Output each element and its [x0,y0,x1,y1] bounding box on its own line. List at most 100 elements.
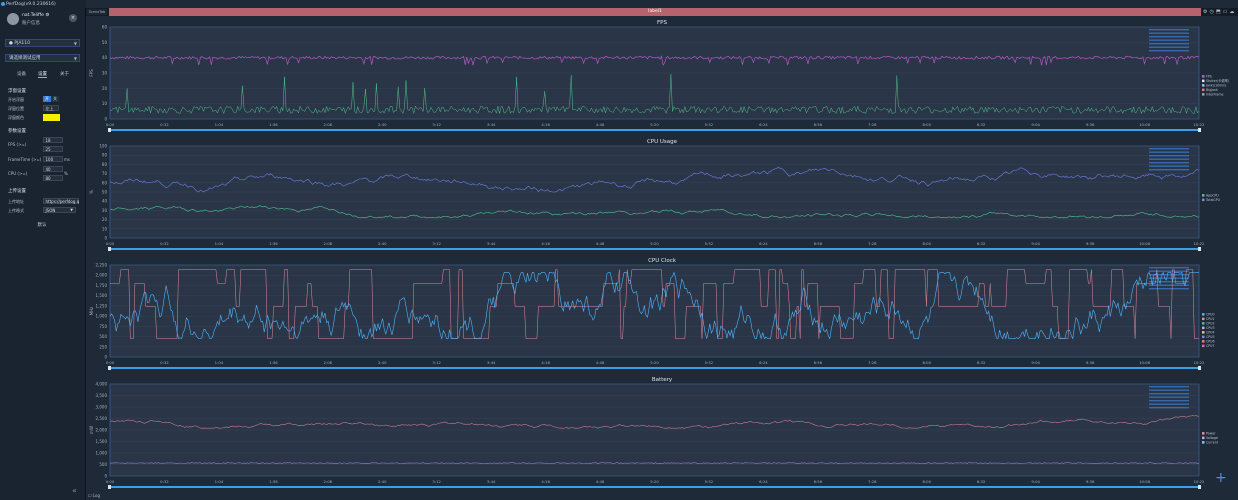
legend-label[interactable]: AppCPU [1206,194,1219,198]
x-tick-label: 6:56 [814,360,823,365]
x-tick-label: 9:36 [1086,241,1095,246]
x-tick-label: 1:36 [269,241,278,246]
float-off-button[interactable]: 关 [51,96,59,102]
log-checkbox-icon[interactable]: ☐ [88,493,92,498]
log-label: Log [92,493,101,498]
timeline-slider[interactable] [110,129,1199,131]
window-titlebar: PerfDog(v9.0.230616) [0,0,86,8]
chart-title: Battery [652,377,673,383]
timeline-handle-left[interactable] [108,366,111,370]
cpu-threshold-label: CPU (>=) [8,171,28,176]
upload-format-select[interactable]: JSON ▼ [43,207,76,213]
collapse-sidebar-icon[interactable]: « [72,486,77,495]
legend-label[interactable]: CPU5 [1206,335,1215,339]
cpu-threshold-input-1[interactable]: 40 [43,166,63,172]
legend-label[interactable]: CPU2 [1206,322,1215,326]
app-logo-icon [1,1,5,6]
stats-line [1149,396,1189,398]
legend-label[interactable]: BigJank [1206,88,1218,92]
legend-label[interactable]: CPU3 [1206,326,1215,330]
x-tick-label: 8:32 [977,241,986,246]
float-settings-title: 浮窗设置 [8,89,26,94]
stats-line [1149,389,1189,391]
timeline-slider[interactable] [110,248,1199,250]
timeline-handle-right[interactable] [1198,485,1201,489]
close-icon[interactable]: × [69,14,77,22]
default-button[interactable]: 默认 [29,222,55,230]
x-tick-label: 5:52 [705,122,714,127]
x-tick-label: 4:16 [541,479,550,484]
stats-line [1149,403,1189,405]
legend-label[interactable]: CPU0 [1206,313,1215,317]
legend-swatch [1202,194,1205,197]
x-tick-label: 0:00 [106,360,115,365]
stats-line [1149,407,1189,409]
x-tick-label: 4:48 [596,241,605,246]
stats-line [1149,36,1189,38]
account-info-link[interactable]: 账户信息 [22,20,40,26]
legend-label[interactable]: Voltage [1206,436,1218,440]
app-select[interactable]: 请选择测试应用 ▼ [5,54,80,62]
stats-line [1149,270,1189,272]
legend-label[interactable]: Stutter(卡顿率) [1206,78,1229,83]
legend-label[interactable]: TotalCPU [1205,198,1221,202]
y-tick-label: 1,250 [96,303,108,308]
upload-address-input[interactable]: https://perfdog.q [43,198,79,204]
add-icon[interactable]: + [1215,470,1227,486]
legend-label[interactable]: Power [1206,432,1216,436]
timeline-handle-right[interactable] [1198,247,1201,251]
legend-label[interactable]: CPU1 [1206,317,1215,321]
fps-threshold-input-1[interactable]: 18 [43,137,63,143]
legend-label[interactable]: CPU7 [1206,344,1215,348]
timeline-handle-left[interactable] [108,128,111,132]
stats-line [1149,162,1189,164]
legend-label[interactable]: Current [1206,441,1219,445]
timeline-slider[interactable] [110,367,1199,369]
legend-label[interactable]: InterFrame [1206,93,1223,97]
legend-label[interactable]: FPS [1206,75,1212,79]
y-tick-label: 60 [102,25,108,30]
x-tick-label: 10:22 [1194,241,1206,246]
y-tick-label: 20 [102,86,108,91]
upload-settings-title: 上传设置 [8,189,26,194]
frametime-threshold-input[interactable]: 100 [43,156,63,162]
timeline-slider[interactable] [110,486,1199,488]
timeline-handle-right[interactable] [1198,128,1201,132]
legend-label[interactable]: Jank(/10min) [1205,84,1226,88]
fps-threshold-input-2[interactable]: 25 [43,146,63,152]
y-tick-label: 10 [102,226,108,231]
cpu-threshold-input-2[interactable]: 80 [43,175,63,181]
legend-label[interactable]: CPU6 [1206,340,1215,344]
tab-device[interactable]: 设备 [17,71,26,77]
stats-line [1149,400,1189,402]
legend-swatch [1202,322,1205,325]
x-tick-label: 10:22 [1194,479,1206,484]
y-tick-label: 2,500 [96,416,108,421]
x-tick-label: 6:56 [814,122,823,127]
avatar[interactable] [7,13,19,25]
chart-panel-battery: Battery 4,000 3,500 3,000 2,500 2,000 1,500 1,0… [89,377,1219,489]
timeline-handle-left[interactable] [108,485,111,489]
legend-label[interactable]: CPU4 [1206,331,1215,335]
stats-line [1149,46,1189,48]
float-on-button[interactable]: 开 [43,96,51,102]
legend-swatch [1202,344,1205,348]
x-tick-label: 8:00 [922,241,931,246]
upload-format-label: 上传格式 [8,208,24,213]
timeline-handle-left[interactable] [108,247,111,251]
y-tick-label: 1,500 [96,293,108,298]
x-tick-label: 0:00 [106,241,115,246]
x-tick-label: 6:24 [759,479,768,484]
float-position-select[interactable]: 左上 [43,105,59,111]
fps-threshold-value-1: 18 [45,138,51,143]
tab-settings[interactable]: 设置 [38,71,47,78]
device-select[interactable]: ● PJA110 ▼ [5,39,80,47]
float-color-swatch[interactable] [43,114,60,121]
tab-about[interactable]: 关于 [60,71,69,77]
log-toggle[interactable]: ☐ Log [88,493,100,498]
timeline-handle-right[interactable] [1198,366,1201,370]
stats-line [1149,267,1189,269]
y-tick-label: 30 [102,71,108,76]
chart-title: FPS [657,20,667,26]
x-tick-label: 4:16 [541,122,550,127]
